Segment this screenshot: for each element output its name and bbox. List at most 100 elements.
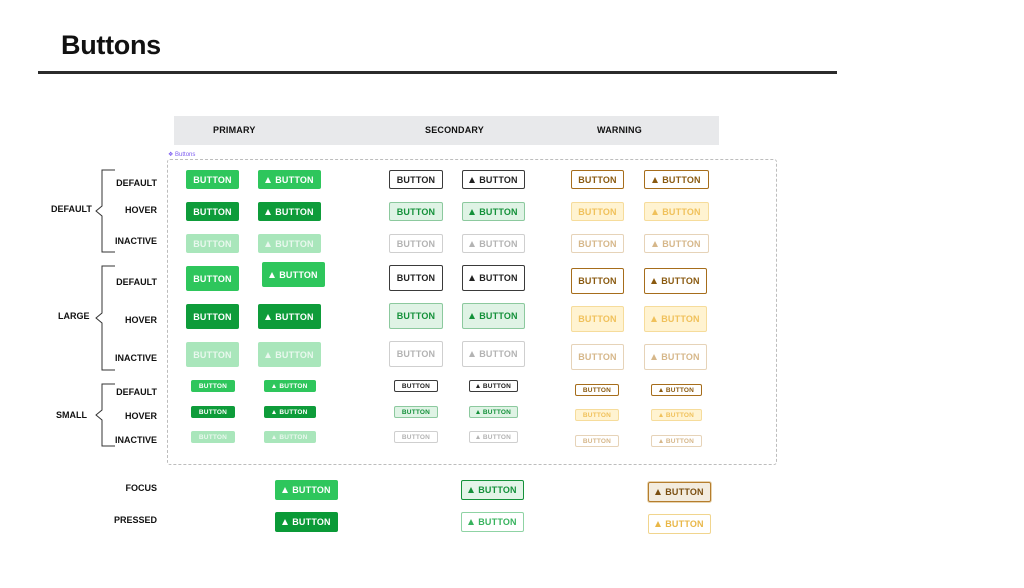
row-label-hover: HOVER — [124, 205, 157, 215]
warning-button-small[interactable]: BUTTON — [575, 384, 619, 396]
primary-icon-button-large[interactable]: BUTTON — [262, 262, 325, 287]
warning-icon-button-focus[interactable]: BUTTON — [648, 482, 711, 502]
primary-button[interactable]: BUTTON — [186, 170, 239, 189]
warning-triangle-icon — [269, 271, 276, 278]
title-divider — [38, 71, 837, 74]
frame-label: ❖ Buttons — [168, 152, 196, 158]
warning-icon-button-small-hover[interactable]: BUTTON — [651, 409, 702, 421]
warning-icon-button-hover[interactable]: BUTTON — [644, 202, 709, 221]
primary-icon-button-hover[interactable]: BUTTON — [258, 202, 321, 221]
primary-icon-button[interactable]: BUTTON — [258, 170, 321, 189]
warning-triangle-icon — [282, 487, 289, 493]
secondary-button-hover[interactable]: BUTTON — [389, 202, 443, 221]
secondary-button-small-hover[interactable]: BUTTON — [394, 406, 438, 418]
secondary-icon-button-small[interactable]: BUTTON — [469, 380, 518, 392]
secondary-icon-button-small-inactive: BUTTON — [469, 431, 518, 443]
warning-button-hover[interactable]: BUTTON — [571, 202, 624, 221]
warning-triangle-icon — [468, 519, 475, 525]
primary-icon-button-large-inactive: BUTTON — [258, 342, 321, 367]
secondary-icon-button-small-hover[interactable]: BUTTON — [469, 406, 518, 418]
warning-triangle-icon — [469, 240, 476, 247]
secondary-icon-button-focus[interactable]: BUTTON — [461, 480, 524, 500]
warning-icon-button-large-hover[interactable]: BUTTON — [644, 306, 707, 332]
warning-triangle-icon — [469, 275, 476, 281]
warning-button-small-inactive: BUTTON — [575, 435, 619, 447]
secondary-icon-button[interactable]: BUTTON — [462, 170, 525, 189]
row-label-inactive: INACTIVE — [114, 353, 157, 363]
primary-button-hover[interactable]: BUTTON — [186, 202, 239, 221]
primary-icon-button-small-hover[interactable]: BUTTON — [264, 406, 316, 418]
warning-triangle-icon — [469, 176, 476, 183]
primary-button-small[interactable]: BUTTON — [191, 380, 235, 392]
row-label-focus: FOCUS — [125, 483, 158, 493]
warning-triangle-icon — [655, 489, 662, 495]
primary-icon-button-large-hover[interactable]: BUTTON — [258, 304, 321, 329]
row-label-default: DEFAULT — [116, 178, 157, 188]
secondary-button-large-inactive: BUTTON — [389, 341, 443, 367]
warning-triangle-icon — [652, 240, 659, 247]
warning-triangle-icon — [469, 208, 476, 215]
column-header-primary: PRIMARY — [213, 125, 256, 135]
warning-triangle-icon — [651, 316, 658, 322]
warning-triangle-icon — [265, 351, 272, 358]
primary-button-inactive: BUTTON — [186, 234, 239, 253]
warning-icon-button[interactable]: BUTTON — [644, 170, 709, 189]
primary-button-large-inactive: BUTTON — [186, 342, 239, 367]
warning-icon-button-small[interactable]: BUTTON — [651, 384, 702, 396]
warning-triangle-icon — [651, 354, 658, 360]
warning-button[interactable]: BUTTON — [571, 170, 624, 189]
primary-button-small-inactive: BUTTON — [191, 431, 235, 443]
secondary-icon-button-inactive: BUTTON — [462, 234, 525, 253]
row-label-default: DEFAULT — [116, 387, 157, 397]
warning-triangle-icon — [272, 435, 277, 439]
secondary-icon-button-large[interactable]: BUTTON — [462, 265, 525, 291]
warning-triangle-icon — [658, 439, 663, 443]
primary-icon-button-focus[interactable]: BUTTON — [275, 480, 338, 500]
row-label-hover: HOVER — [124, 411, 157, 421]
warning-triangle-icon — [272, 410, 277, 414]
warning-icon-button-small-inactive: BUTTON — [651, 435, 702, 447]
secondary-icon-button-pressed[interactable]: BUTTON — [461, 512, 524, 532]
primary-icon-button-small[interactable]: BUTTON — [264, 380, 316, 392]
primary-icon-button-pressed[interactable]: BUTTON — [275, 512, 338, 532]
warning-button-large-inactive: BUTTON — [571, 344, 624, 370]
warning-button-large-hover[interactable]: BUTTON — [571, 306, 624, 332]
warning-triangle-icon — [469, 313, 476, 319]
warning-button-inactive: BUTTON — [571, 234, 624, 253]
warning-button-small-hover[interactable]: BUTTON — [575, 409, 619, 421]
secondary-button-small[interactable]: BUTTON — [394, 380, 438, 392]
warning-triangle-icon — [651, 278, 658, 284]
row-label-pressed: PRESSED — [113, 515, 157, 525]
column-header-secondary: SECONDARY — [425, 125, 484, 135]
row-label-inactive: INACTIVE — [114, 435, 157, 445]
secondary-icon-button-large-inactive: BUTTON — [462, 341, 525, 367]
secondary-icon-button-hover[interactable]: BUTTON — [462, 202, 525, 221]
secondary-button-inactive: BUTTON — [389, 234, 443, 253]
warning-triangle-icon — [655, 521, 662, 527]
warning-triangle-icon — [652, 208, 659, 215]
warning-triangle-icon — [475, 435, 480, 439]
primary-icon-button-inactive: BUTTON — [258, 234, 321, 253]
primary-button-large-hover[interactable]: BUTTON — [186, 304, 239, 329]
primary-icon-button-small-inactive: BUTTON — [264, 431, 316, 443]
secondary-button-small-inactive: BUTTON — [394, 431, 438, 443]
secondary-icon-button-large-hover[interactable]: BUTTON — [462, 303, 525, 329]
secondary-button-large-hover[interactable]: BUTTON — [389, 303, 443, 329]
warning-triangle-icon — [475, 410, 480, 414]
primary-button-small-hover[interactable]: BUTTON — [191, 406, 235, 418]
warning-icon-button-inactive: BUTTON — [644, 234, 709, 253]
warning-triangle-icon — [282, 519, 289, 525]
secondary-button-large[interactable]: BUTTON — [389, 265, 443, 291]
warning-icon-button-large[interactable]: BUTTON — [644, 268, 707, 294]
row-label-default: DEFAULT — [116, 277, 157, 287]
warning-icon-button-pressed[interactable]: BUTTON — [648, 514, 711, 534]
page-title: Buttons — [61, 30, 161, 60]
primary-button-large[interactable]: BUTTON — [186, 266, 239, 291]
warning-triangle-icon — [468, 487, 475, 493]
column-header-warning: WARNING — [597, 125, 642, 135]
warning-button-large[interactable]: BUTTON — [571, 268, 624, 294]
warning-icon-button-large-inactive: BUTTON — [644, 344, 707, 370]
secondary-button[interactable]: BUTTON — [389, 170, 443, 189]
row-label-hover: HOVER — [124, 315, 157, 325]
warning-triangle-icon — [658, 413, 663, 417]
